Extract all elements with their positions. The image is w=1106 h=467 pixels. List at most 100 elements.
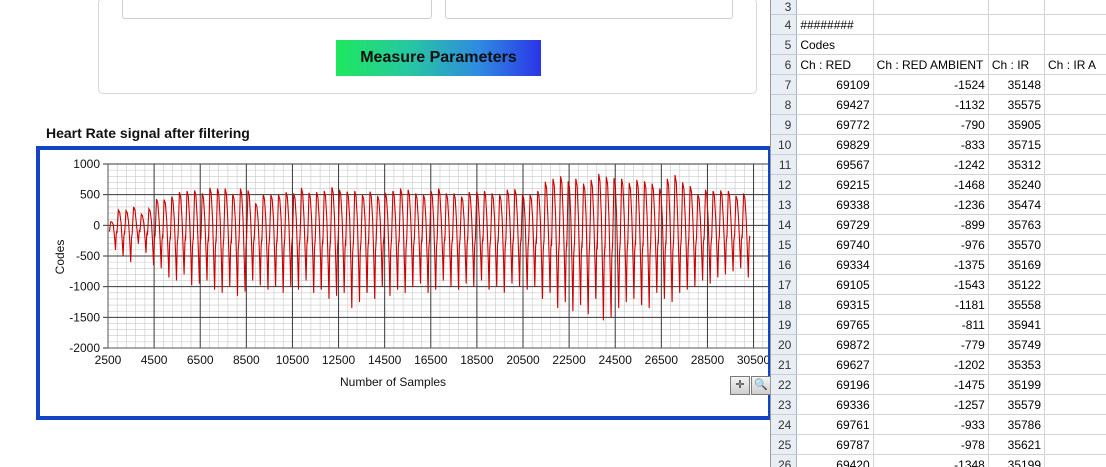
sheet-cell[interactable] — [1044, 134, 1106, 155]
sheet-cell[interactable]: 35558 — [988, 294, 1046, 315]
sheet-cell[interactable]: -1257 — [873, 394, 989, 415]
sheet-cell[interactable]: 69215 — [796, 174, 874, 195]
sheet-cell[interactable]: -899 — [873, 214, 989, 235]
sheet-cell[interactable]: 35905 — [988, 114, 1046, 135]
sheet-cell[interactable] — [1044, 154, 1106, 175]
sheet-cell[interactable]: 35579 — [988, 394, 1046, 415]
sheet-cell[interactable] — [796, 0, 874, 15]
sheet-cell[interactable]: -1348 — [873, 454, 989, 467]
row-header[interactable]: 4 — [771, 14, 798, 35]
sheet-cell[interactable] — [1044, 274, 1106, 295]
sheet-cell[interactable]: -1132 — [873, 94, 989, 115]
sheet-cell[interactable]: -1236 — [873, 194, 989, 215]
sheet-cell[interactable]: -1242 — [873, 154, 989, 175]
sheet-cell[interactable] — [1044, 394, 1106, 415]
sheet-cell[interactable] — [1044, 94, 1106, 115]
row-header[interactable]: 22 — [771, 374, 798, 395]
sheet-cell[interactable]: -1468 — [873, 174, 989, 195]
sheet-cell[interactable]: 69765 — [796, 314, 874, 335]
sheet-cell[interactable]: -1543 — [873, 274, 989, 295]
sheet-cell[interactable]: -1524 — [873, 74, 989, 95]
sheet-cell[interactable]: 69772 — [796, 114, 874, 135]
sheet-cell[interactable] — [873, 34, 989, 55]
sheet-cell[interactable] — [1044, 194, 1106, 215]
sheet-cell[interactable]: Ch : RED — [796, 54, 874, 75]
row-header[interactable]: 14 — [771, 214, 798, 235]
sheet-cell[interactable]: 35763 — [988, 214, 1046, 235]
sheet-cell[interactable]: 35148 — [988, 74, 1046, 95]
sheet-cell[interactable] — [1044, 374, 1106, 395]
parameter-field-left[interactable] — [122, 0, 432, 19]
row-header[interactable]: 15 — [771, 234, 798, 255]
row-header[interactable]: 23 — [771, 394, 798, 415]
sheet-cell[interactable]: 35312 — [988, 154, 1046, 175]
sheet-cell[interactable] — [1044, 74, 1106, 95]
sheet-cell[interactable]: 35474 — [988, 194, 1046, 215]
sheet-cell[interactable]: 35715 — [988, 134, 1046, 155]
sheet-cell[interactable]: 69627 — [796, 354, 874, 375]
sheet-cell[interactable]: -1375 — [873, 254, 989, 275]
sheet-cell[interactable]: Ch : IR A — [1044, 54, 1106, 75]
sheet-cell[interactable] — [1044, 34, 1106, 55]
row-header[interactable]: 21 — [771, 354, 798, 375]
sheet-cell[interactable] — [1044, 414, 1106, 435]
sheet-cell[interactable]: 35570 — [988, 234, 1046, 255]
row-header[interactable]: 3 — [771, 0, 798, 15]
parameter-field-right[interactable] — [445, 0, 733, 19]
sheet-cell[interactable]: Ch : IR — [988, 54, 1046, 75]
zoom-tool-icon[interactable]: 🔍 — [751, 376, 771, 395]
row-header[interactable]: 12 — [771, 174, 798, 195]
row-header[interactable]: 19 — [771, 314, 798, 335]
row-header[interactable]: 7 — [771, 74, 798, 95]
sheet-cell[interactable]: -833 — [873, 134, 989, 155]
sheet-cell[interactable]: 69872 — [796, 334, 874, 355]
row-header[interactable]: 17 — [771, 274, 798, 295]
measure-parameters-button[interactable]: Measure Parameters — [336, 40, 541, 76]
sheet-cell[interactable]: 69338 — [796, 194, 874, 215]
sheet-cell[interactable]: Codes — [796, 34, 874, 55]
row-header[interactable]: 9 — [771, 114, 798, 135]
sheet-cell[interactable] — [1044, 454, 1106, 467]
sheet-cell[interactable]: 35240 — [988, 174, 1046, 195]
waveform-graph[interactable]: 2500 4500 6500 8500 10500 12500 14500 16500 1850… — [36, 146, 772, 420]
sheet-cell[interactable]: 69740 — [796, 234, 874, 255]
sheet-cell[interactable]: 35786 — [988, 414, 1046, 435]
sheet-cell[interactable] — [1044, 314, 1106, 335]
sheet-cell[interactable]: -779 — [873, 334, 989, 355]
sheet-cell[interactable] — [873, 0, 989, 15]
sheet-cell[interactable] — [988, 14, 1046, 35]
sheet-cell[interactable]: -978 — [873, 434, 989, 455]
row-header[interactable]: 25 — [771, 434, 798, 455]
sheet-cell[interactable] — [1044, 214, 1106, 235]
sheet-cell[interactable]: 69761 — [796, 414, 874, 435]
sheet-cell[interactable] — [988, 0, 1046, 15]
row-header[interactable]: 13 — [771, 194, 798, 215]
sheet-cell[interactable]: 69420 — [796, 454, 874, 467]
sheet-cell[interactable]: 35353 — [988, 354, 1046, 375]
sheet-cell[interactable]: 35199 — [988, 454, 1046, 467]
row-header[interactable]: 26 — [771, 454, 798, 467]
sheet-cell[interactable] — [1044, 14, 1106, 35]
sheet-cell[interactable] — [988, 34, 1046, 55]
sheet-cell[interactable]: -933 — [873, 414, 989, 435]
row-header[interactable]: 10 — [771, 134, 798, 155]
row-header[interactable]: 5 — [771, 34, 798, 55]
sheet-cell[interactable]: 35941 — [988, 314, 1046, 335]
sheet-cell[interactable]: 69334 — [796, 254, 874, 275]
row-header[interactable]: 18 — [771, 294, 798, 315]
sheet-cell[interactable] — [1044, 434, 1106, 455]
sheet-cell[interactable]: 69105 — [796, 274, 874, 295]
sheet-cell[interactable]: 35169 — [988, 254, 1046, 275]
sheet-cell[interactable]: 35122 — [988, 274, 1046, 295]
sheet-cell[interactable] — [1044, 234, 1106, 255]
sheet-cell[interactable]: -1475 — [873, 374, 989, 395]
sheet-cell[interactable]: 69315 — [796, 294, 874, 315]
row-header[interactable]: 11 — [771, 154, 798, 175]
sheet-cell[interactable]: -1181 — [873, 294, 989, 315]
row-header[interactable]: 24 — [771, 414, 798, 435]
sheet-cell[interactable]: -976 — [873, 234, 989, 255]
row-header[interactable]: 6 — [771, 54, 798, 75]
sheet-cell[interactable]: ######## — [796, 14, 874, 35]
sheet-cell[interactable]: 35621 — [988, 434, 1046, 455]
sheet-cell[interactable]: 69787 — [796, 434, 874, 455]
